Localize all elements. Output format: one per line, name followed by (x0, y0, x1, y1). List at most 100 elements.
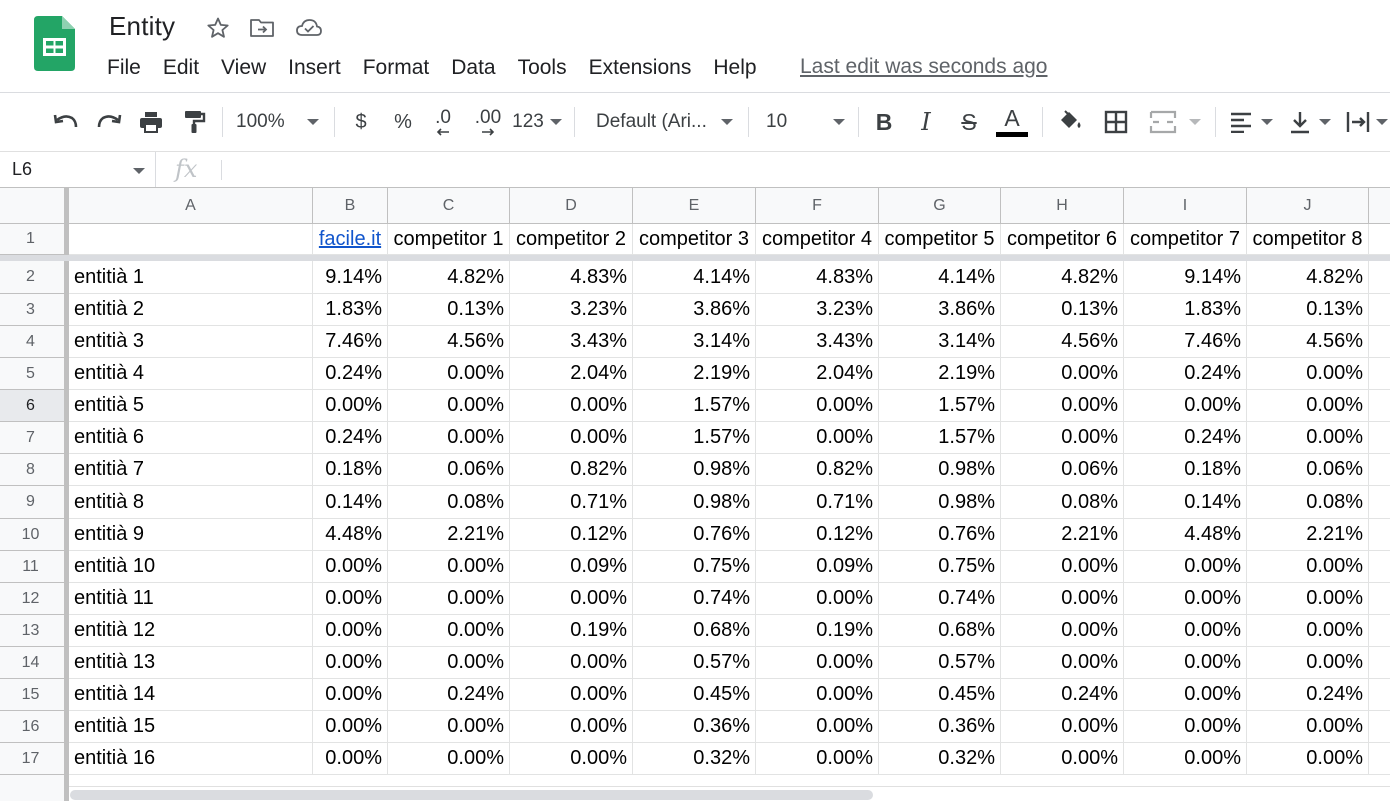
value-cell[interactable]: 3.23% (510, 294, 633, 326)
increase-decimal-button[interactable]: .00 (470, 93, 506, 151)
value-cell[interactable]: 1.83% (313, 294, 388, 326)
value-cell[interactable]: 3.86% (633, 294, 756, 326)
header-cell[interactable]: competitor 8 (1247, 224, 1369, 255)
value-cell[interactable]: 0.24% (1247, 679, 1369, 711)
column-header-b[interactable]: B (313, 188, 388, 224)
entity-cell[interactable]: entitià 11 (69, 583, 313, 615)
value-cell[interactable]: 0.08% (1247, 486, 1369, 519)
row-header[interactable]: 1 (0, 224, 69, 255)
menu-extensions[interactable]: Extensions (578, 54, 703, 82)
name-box[interactable]: L6 (0, 152, 156, 187)
value-cell[interactable]: 4.56% (388, 326, 510, 358)
value-cell[interactable]: 0.00% (1247, 358, 1369, 390)
value-cell[interactable]: 4.82% (1001, 261, 1124, 294)
value-cell[interactable]: 4.14% (879, 261, 1001, 294)
value-cell[interactable]: 0.00% (388, 422, 510, 454)
value-cell[interactable]: 2.04% (756, 358, 879, 390)
value-cell[interactable]: 0.24% (313, 358, 388, 390)
value-cell[interactable]: 0.00% (388, 743, 510, 775)
value-cell[interactable]: 4.83% (756, 261, 879, 294)
row-header[interactable]: 16 (0, 711, 69, 743)
menu-insert[interactable]: Insert (277, 54, 352, 82)
value-cell[interactable]: 0.00% (1247, 615, 1369, 647)
print-button[interactable] (136, 93, 166, 151)
horizontal-scrollbar-thumb[interactable] (70, 790, 873, 800)
value-cell[interactable]: 0.68% (633, 615, 756, 647)
strikethrough-button[interactable]: S (955, 93, 983, 151)
value-cell[interactable]: 4.83% (510, 261, 633, 294)
column-header-i[interactable]: I (1124, 188, 1247, 224)
value-cell[interactable]: 0.00% (1124, 551, 1247, 583)
value-cell[interactable]: 0.19% (756, 615, 879, 647)
header-cell[interactable]: competitor 5 (879, 224, 1001, 255)
value-cell[interactable]: 0.00% (510, 679, 633, 711)
entity-cell[interactable]: entitià 8 (69, 486, 313, 519)
header-link-cell[interactable]: facile.it (313, 224, 388, 255)
value-cell[interactable]: 0.74% (633, 583, 756, 615)
text-wrapping-button[interactable] (1344, 93, 1390, 151)
value-cell[interactable]: 0.24% (1124, 422, 1247, 454)
value-cell[interactable]: 0.68% (879, 615, 1001, 647)
value-cell[interactable]: 0.32% (633, 743, 756, 775)
row-header-partial[interactable] (0, 775, 69, 801)
value-cell[interactable]: 0.14% (1124, 486, 1247, 519)
row-header[interactable]: 13 (0, 615, 69, 647)
value-cell[interactable]: 7.46% (313, 326, 388, 358)
value-cell[interactable]: 0.71% (756, 486, 879, 519)
empty-cell[interactable] (1369, 679, 1390, 711)
value-cell[interactable]: 0.00% (313, 711, 388, 743)
value-cell[interactable]: 0.00% (1001, 743, 1124, 775)
value-cell[interactable]: 0.00% (756, 743, 879, 775)
value-cell[interactable]: 3.86% (879, 294, 1001, 326)
value-cell[interactable]: 0.00% (313, 647, 388, 679)
empty-cell[interactable] (1369, 261, 1390, 294)
value-cell[interactable]: 0.00% (313, 743, 388, 775)
value-cell[interactable]: 0.71% (510, 486, 633, 519)
value-cell[interactable]: 0.00% (510, 743, 633, 775)
row-header[interactable]: 9 (0, 486, 69, 519)
menu-data[interactable]: Data (440, 54, 506, 82)
value-cell[interactable]: 0.13% (1001, 294, 1124, 326)
row-header[interactable]: 15 (0, 679, 69, 711)
value-cell[interactable]: 0.00% (388, 711, 510, 743)
value-cell[interactable]: 0.00% (1001, 583, 1124, 615)
menu-help[interactable]: Help (702, 54, 767, 82)
entity-cell[interactable]: entitià 4 (69, 358, 313, 390)
entity-cell[interactable]: entitià 3 (69, 326, 313, 358)
value-cell[interactable]: 0.00% (1001, 390, 1124, 422)
value-cell[interactable]: 7.46% (1124, 326, 1247, 358)
value-cell[interactable]: 0.12% (756, 519, 879, 551)
value-cell[interactable]: 0.75% (879, 551, 1001, 583)
value-cell[interactable]: 0.00% (1247, 551, 1369, 583)
value-cell[interactable]: 0.00% (1247, 743, 1369, 775)
value-cell[interactable]: 0.24% (1001, 679, 1124, 711)
value-cell[interactable]: 4.14% (633, 261, 756, 294)
menu-tools[interactable]: Tools (507, 54, 578, 82)
merge-cells-button[interactable] (1144, 93, 1206, 151)
value-cell[interactable]: 0.57% (633, 647, 756, 679)
row-header[interactable]: 7 (0, 422, 69, 454)
entity-cell[interactable]: entitià 12 (69, 615, 313, 647)
entity-cell[interactable]: entitià 13 (69, 647, 313, 679)
horizontal-align-button[interactable] (1226, 93, 1276, 151)
empty-cell[interactable] (1369, 486, 1390, 519)
value-cell[interactable]: 2.21% (1247, 519, 1369, 551)
entity-cell[interactable]: entitià 1 (69, 261, 313, 294)
value-cell[interactable]: 0.00% (510, 390, 633, 422)
menu-format[interactable]: Format (352, 54, 441, 82)
value-cell[interactable]: 0.14% (313, 486, 388, 519)
value-cell[interactable]: 2.19% (879, 358, 1001, 390)
value-cell[interactable]: 0.00% (388, 551, 510, 583)
value-cell[interactable]: 9.14% (313, 261, 388, 294)
value-cell[interactable]: 2.21% (388, 519, 510, 551)
decrease-decimal-button[interactable]: .0 (426, 93, 460, 151)
empty-cell[interactable] (1369, 647, 1390, 679)
empty-cell[interactable] (1369, 711, 1390, 743)
menu-edit[interactable]: Edit (152, 54, 210, 82)
column-header-partial[interactable] (1369, 188, 1390, 224)
value-cell[interactable]: 0.00% (510, 583, 633, 615)
value-cell[interactable]: 0.06% (1001, 454, 1124, 486)
value-cell[interactable]: 0.24% (388, 679, 510, 711)
value-cell[interactable]: 0.24% (1124, 358, 1247, 390)
value-cell[interactable]: 0.00% (313, 390, 388, 422)
